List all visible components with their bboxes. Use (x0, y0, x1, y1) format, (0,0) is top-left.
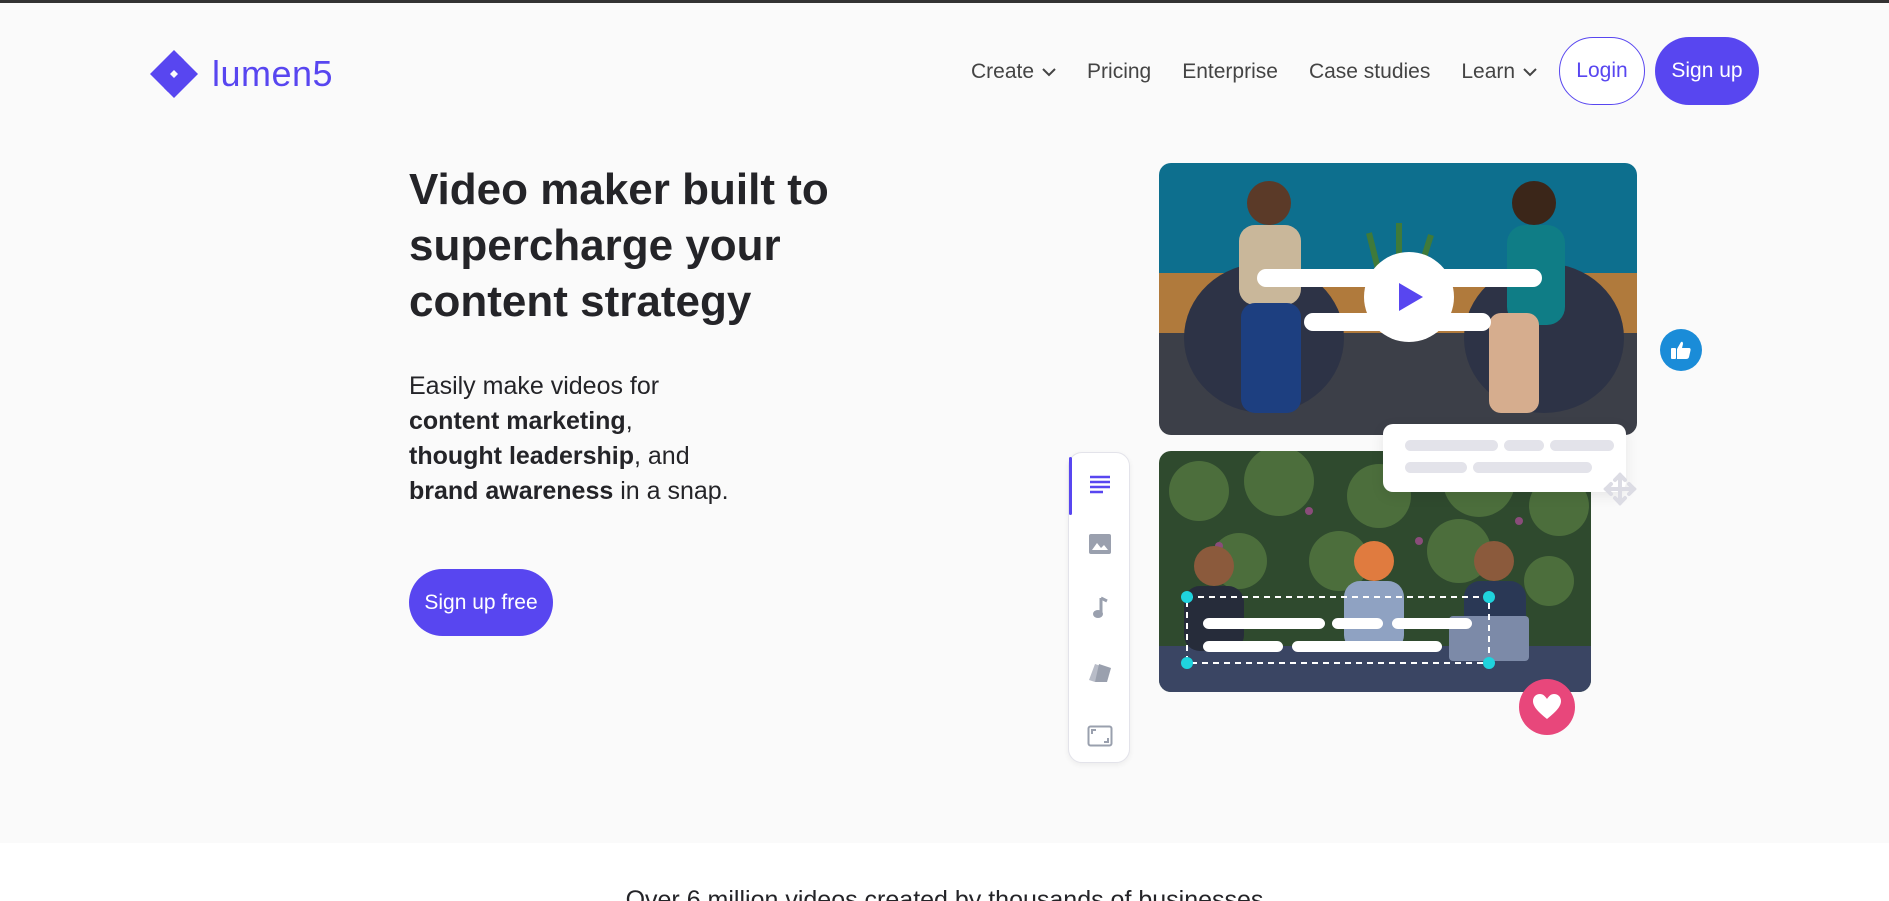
shapes-tool-button[interactable] (1069, 647, 1131, 697)
nav-item-label: Learn (1461, 60, 1516, 83)
heart-icon (1533, 694, 1561, 719)
caption-card (1383, 424, 1626, 492)
lumen5-logo-icon (150, 50, 198, 98)
text-lines-icon (1090, 475, 1110, 494)
move-icon (1603, 472, 1637, 506)
chevron-down-icon (1042, 68, 1056, 77)
nav-item-create[interactable]: Create (971, 60, 1056, 84)
nav-item-label: Enterprise (1182, 60, 1278, 83)
music-tool-button[interactable] (1069, 583, 1131, 633)
social-proof-section: Over 6 million videos created by thousan… (0, 843, 1889, 901)
heart-badge (1519, 679, 1575, 735)
hero-title-line: Video maker built to (409, 165, 829, 214)
caption-line-placeholder (1550, 440, 1614, 451)
signup-button[interactable]: Sign up (1655, 37, 1759, 105)
site-header: lumen5 Create Pricing Enterprise Case st… (0, 3, 1889, 143)
brand-logo[interactable]: lumen5 (148, 48, 333, 100)
image-tool-button[interactable] (1069, 519, 1131, 569)
nav-item-enterprise[interactable]: Enterprise (1182, 60, 1278, 84)
nav-item-pricing[interactable]: Pricing (1087, 60, 1151, 84)
caption-line-placeholder (1473, 462, 1592, 473)
chevron-down-icon (1523, 68, 1537, 77)
shapes-icon (1089, 664, 1111, 682)
hero-title: Video maker built to supercharge your co… (409, 162, 929, 330)
hero-subtitle-intro: Easily make videos for (409, 372, 660, 400)
hero-subtitle-text: , and (634, 442, 690, 470)
text-tool-button[interactable] (1069, 459, 1131, 509)
hero-subtitle-text: , (625, 407, 633, 435)
nav-item-case-studies[interactable]: Case studies (1309, 60, 1430, 84)
resize-tool-button[interactable] (1069, 711, 1131, 761)
editor-toolbar (1068, 452, 1130, 763)
nav-item-label: Create (971, 60, 1035, 83)
music-note-icon (1093, 596, 1108, 618)
nav-item-label: Pricing (1087, 60, 1152, 83)
nav-item-learn[interactable]: Learn (1461, 60, 1537, 84)
caption-line-placeholder (1504, 440, 1544, 451)
hero-title-line: supercharge your (409, 221, 781, 270)
image-icon (1089, 534, 1111, 554)
hero-title-line: content strategy (409, 277, 752, 326)
conversation-photo (1159, 163, 1637, 435)
login-button[interactable]: Login (1559, 37, 1645, 105)
caption-line-placeholder (1405, 440, 1498, 451)
hero-subtitle-text: in a snap. (613, 477, 729, 505)
nav-item-label: Case studies (1308, 60, 1431, 83)
hero-subtitle: Easily make videos for content marketing… (409, 369, 929, 509)
brand-name: lumen5 (212, 53, 334, 94)
video-preview-image[interactable] (1159, 163, 1637, 435)
thumbs-up-icon (1671, 341, 1691, 359)
hero-subtitle-emphasis: content marketing (409, 407, 626, 435)
main-nav: Create Pricing Enterprise Case studies L… (971, 60, 1568, 84)
signup-free-button[interactable]: Sign up free (409, 569, 553, 636)
hero-subtitle-emphasis: thought leadership (409, 442, 634, 470)
social-proof-text: Over 6 million videos created by thousan… (625, 886, 1264, 901)
resize-frame-icon (1087, 725, 1113, 747)
like-badge (1660, 329, 1702, 371)
hero-subtitle-emphasis: brand awareness (409, 477, 614, 505)
caption-line-placeholder (1405, 462, 1467, 473)
